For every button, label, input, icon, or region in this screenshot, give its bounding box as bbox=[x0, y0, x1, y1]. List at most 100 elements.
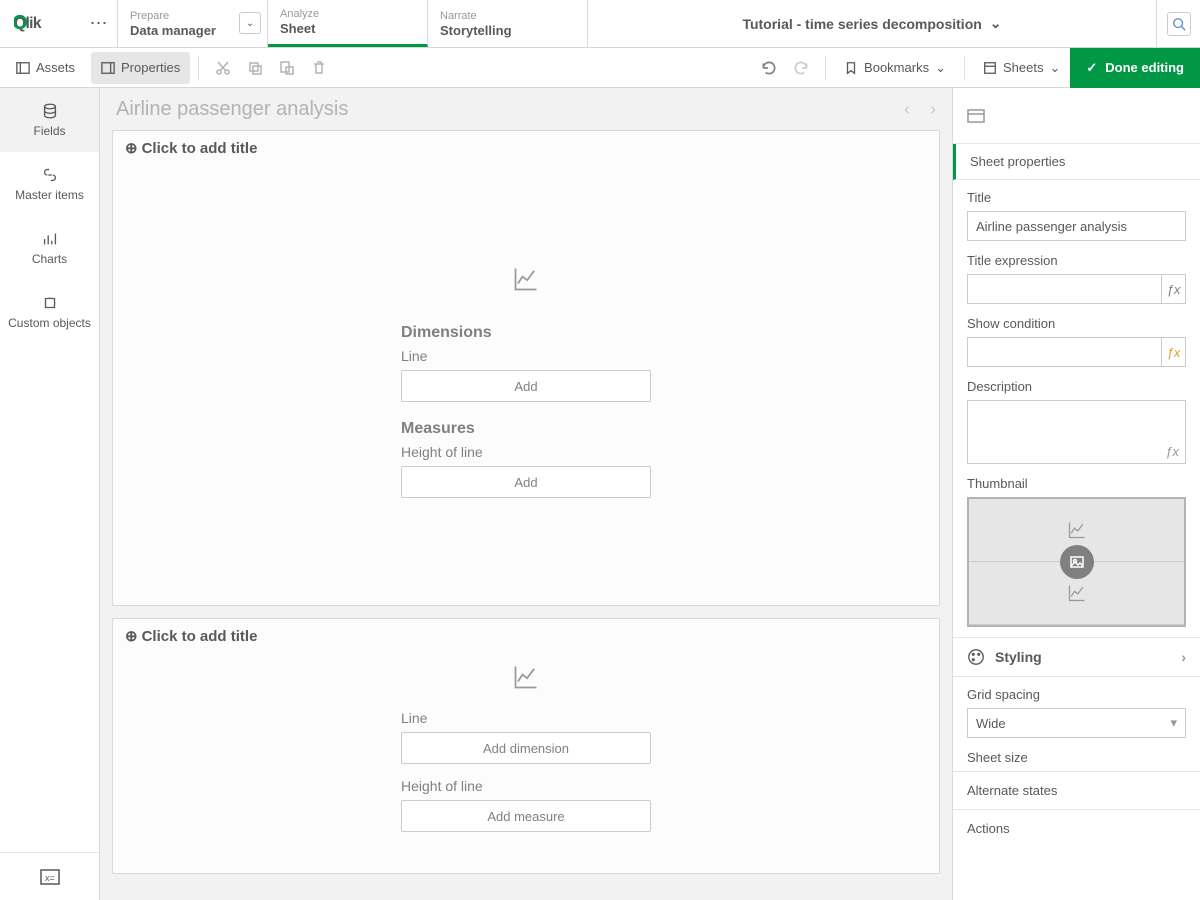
global-menu-icon[interactable]: ⋯ bbox=[80, 0, 118, 47]
description-label: Description bbox=[967, 379, 1186, 394]
app-title-text: Tutorial - time series decomposition bbox=[742, 16, 981, 32]
assets-tab-label: Master items bbox=[15, 188, 84, 202]
app-title-dropdown[interactable]: Tutorial - time series decomposition ⌄ bbox=[588, 0, 1156, 47]
assets-tab-master-items[interactable]: Master items bbox=[0, 152, 99, 216]
thumbnail-label: Thumbnail bbox=[967, 476, 1186, 491]
fx-button[interactable]: ƒx bbox=[1161, 274, 1186, 304]
properties-header-label: Sheet properties bbox=[970, 154, 1065, 169]
alternate-states-label: Alternate states bbox=[967, 783, 1057, 798]
sheet-canvas: Airline passenger analysis ‹ › ⊕ Click t… bbox=[100, 88, 952, 900]
show-condition-input[interactable] bbox=[967, 337, 1161, 367]
prev-sheet-icon[interactable]: ‹ bbox=[904, 99, 910, 120]
description-input[interactable]: ƒx bbox=[967, 400, 1186, 464]
link-icon bbox=[41, 166, 59, 184]
sheet-icon bbox=[983, 61, 997, 75]
add-dimension-button[interactable]: Add bbox=[401, 370, 651, 402]
canvas-header: Airline passenger analysis ‹ › bbox=[100, 88, 952, 130]
bookmark-icon bbox=[844, 61, 858, 75]
chevron-down-icon: ⌄ bbox=[990, 15, 1002, 32]
nav-tab-analyze[interactable]: Analyze Sheet bbox=[268, 0, 428, 47]
dimension-field-label: Line bbox=[401, 710, 651, 726]
viz-title-placeholder[interactable]: ⊕ Click to add title bbox=[113, 131, 939, 165]
separator bbox=[825, 56, 826, 80]
properties-body[interactable]: Title Title expression ƒx Show condition… bbox=[953, 180, 1200, 900]
search-button[interactable] bbox=[1156, 0, 1200, 47]
styling-label: Styling bbox=[995, 649, 1042, 665]
viz-body: Dimensions Line Add Measures Height of l… bbox=[113, 165, 939, 605]
next-sheet-icon[interactable]: › bbox=[930, 99, 936, 120]
sheet-thumbnail-icon[interactable] bbox=[953, 88, 1200, 144]
palette-icon bbox=[967, 648, 985, 666]
search-icon bbox=[1167, 12, 1191, 36]
properties-header: Sheet properties bbox=[953, 144, 1200, 180]
title-input[interactable] bbox=[967, 211, 1186, 241]
title-label: Title bbox=[967, 190, 1186, 205]
fx-icon[interactable]: ƒx bbox=[1165, 444, 1179, 459]
separator bbox=[198, 56, 199, 80]
copy-icon[interactable] bbox=[239, 52, 271, 84]
sheets-dropdown[interactable]: Sheets ⌄ bbox=[973, 52, 1070, 84]
add-measure-button[interactable]: Add bbox=[401, 466, 651, 498]
edit-toolbar: Assets Properties Bookmarks ⌄ Sheets ⌄ D… bbox=[0, 48, 1200, 88]
viz-title-text: Click to add title bbox=[142, 628, 258, 645]
visualization-placeholder[interactable]: ⊕ Click to add title Dimensions Line Add… bbox=[112, 130, 940, 606]
chevron-down-icon: ⌄ bbox=[935, 60, 946, 76]
styling-accordion[interactable]: Styling › bbox=[953, 637, 1200, 677]
image-upload-icon[interactable] bbox=[1060, 545, 1094, 579]
delete-icon[interactable] bbox=[303, 52, 335, 84]
undo-icon[interactable] bbox=[753, 52, 785, 84]
actions-label: Actions bbox=[967, 821, 1010, 836]
done-editing-button[interactable]: Done editing bbox=[1070, 48, 1200, 88]
fx-button[interactable]: ƒx bbox=[1161, 337, 1186, 367]
redo-icon[interactable] bbox=[785, 52, 817, 84]
nav-tab-prepare[interactable]: Prepare Data manager ⌄ bbox=[118, 0, 268, 47]
svg-text:x=: x= bbox=[45, 873, 55, 883]
assets-tab-charts[interactable]: Charts bbox=[0, 216, 99, 280]
nav-tab-narrate[interactable]: Narrate Storytelling bbox=[428, 0, 588, 47]
assets-panel: Fields Master items Charts Custom object… bbox=[0, 88, 100, 900]
assets-tab-label: Custom objects bbox=[8, 316, 91, 330]
measures-heading: Measures bbox=[401, 420, 651, 438]
show-condition-label: Show condition bbox=[967, 316, 1186, 331]
grid-spacing-select[interactable]: Wide ▾ bbox=[967, 708, 1186, 738]
title-expression-input[interactable] bbox=[967, 274, 1161, 304]
nav-tab-big: Sheet bbox=[280, 21, 409, 37]
add-measure-button[interactable]: Add measure bbox=[401, 800, 651, 832]
grid-spacing-label: Grid spacing bbox=[967, 687, 1186, 702]
assets-toggle[interactable]: Assets bbox=[6, 52, 85, 84]
top-nav: Qlik ⋯ Prepare Data manager ⌄ Analyze Sh… bbox=[0, 0, 1200, 48]
line-chart-icon bbox=[512, 663, 540, 694]
canvas-body[interactable]: ⊕ Click to add title Dimensions Line Add… bbox=[100, 130, 952, 900]
add-dimension-button[interactable]: Add dimension bbox=[401, 732, 651, 764]
chevron-down-icon[interactable]: ⌄ bbox=[239, 12, 261, 34]
separator bbox=[964, 56, 965, 80]
qlik-logo[interactable]: Qlik bbox=[0, 0, 80, 47]
cut-icon[interactable] bbox=[207, 52, 239, 84]
plus-icon: ⊕ bbox=[125, 139, 138, 157]
chevron-down-icon: ⌄ bbox=[1049, 60, 1060, 76]
nav-tab-small: Narrate bbox=[440, 9, 569, 23]
measure-field-label: Height of line bbox=[401, 444, 651, 460]
panel-right-icon bbox=[101, 61, 115, 75]
paste-icon[interactable] bbox=[271, 52, 303, 84]
check-icon bbox=[1086, 60, 1097, 76]
thumbnail-preview[interactable] bbox=[967, 497, 1186, 627]
assets-tab-fields[interactable]: Fields bbox=[0, 88, 99, 152]
assets-tab-custom-objects[interactable]: Custom objects bbox=[0, 280, 99, 344]
nav-tab-big: Storytelling bbox=[440, 23, 569, 39]
viz-title-placeholder[interactable]: ⊕ Click to add title bbox=[113, 619, 939, 653]
properties-toggle[interactable]: Properties bbox=[91, 52, 190, 84]
puzzle-icon bbox=[41, 294, 59, 312]
variables-icon: x= bbox=[40, 869, 60, 885]
variables-button[interactable]: x= bbox=[0, 852, 99, 900]
viz-body: Line Add dimension Height of line Add me… bbox=[113, 653, 939, 873]
bookmarks-dropdown[interactable]: Bookmarks ⌄ bbox=[834, 52, 956, 84]
actions-item[interactable]: Actions bbox=[953, 809, 1200, 847]
chevron-right-icon: › bbox=[1181, 649, 1186, 665]
nav-tab-big: Data manager bbox=[130, 23, 249, 39]
alternate-states-item[interactable]: Alternate states bbox=[953, 771, 1200, 809]
plus-icon: ⊕ bbox=[125, 627, 138, 645]
visualization-placeholder[interactable]: ⊕ Click to add title Line Add dimension … bbox=[112, 618, 940, 874]
measure-field-label: Height of line bbox=[401, 778, 651, 794]
done-label: Done editing bbox=[1105, 60, 1184, 75]
